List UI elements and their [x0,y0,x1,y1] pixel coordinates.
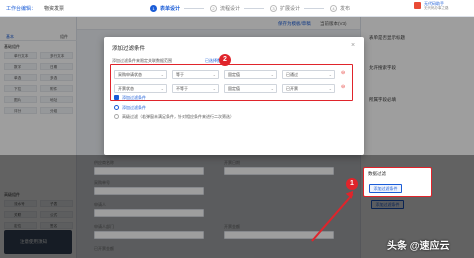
option-2-radio[interactable] [114,114,119,119]
step-1[interactable]: 1 表单设计 [150,5,205,12]
dialog-title: 添加过滤条件 [112,46,146,52]
condition-2-field[interactable]: 开票状态 ⌄ [114,84,167,93]
step-line [184,8,205,9]
select-value: 采购申请状态 [118,72,142,77]
app-window: 工作台编辑： 物资发票 1 表单设计 2 流程设计 3 扩展设计 4 发布 无代码助手 … [0,0,474,258]
top-bar: 工作台编辑： 物资发票 1 表单设计 2 流程设计 3 扩展设计 4 发布 无代码助手 … [0,0,474,17]
back-label[interactable]: 工作台编辑： [6,5,36,12]
step-3[interactable]: 3 扩展设计 [270,5,325,12]
step-label: 扩展设计 [280,6,301,12]
delete-condition-icon[interactable]: ⊖ [341,70,345,76]
select-value: 固定值 [228,72,240,77]
select-value: 已开票 [286,86,298,91]
condition-1-field[interactable]: 采购申请状态 ⌄ [114,70,167,79]
step-number: 4 [330,5,338,12]
condition-2-kind[interactable]: 固定值 ⌄ [224,84,277,93]
step-label: 流程设计 [220,6,241,12]
add-filter-dialog: 添加过滤条件 × 添加过滤条件来限定关联数据范围 已选择数据表 2 采购申请状态… [104,37,364,155]
chevron-down-icon: ⌄ [270,86,274,91]
step-label: 发布 [340,6,351,12]
select-value: 不等于 [176,86,188,91]
condition-1-operator[interactable]: 等于 ⌄ [172,70,219,79]
option-1-radio[interactable] [114,105,119,110]
step-number: 3 [270,5,278,12]
select-value: 固定值 [228,86,240,91]
app-name: 物资发票 [44,6,65,12]
user-sub: 无代码办事之路 [424,6,449,10]
condition-2-operator[interactable]: 不等于 ⌄ [172,84,219,93]
chevron-down-icon: ⌄ [212,86,216,91]
step-badge-1: 1 [346,178,358,190]
select-value: 开票状态 [118,86,134,91]
add-condition-link[interactable]: 添加过滤条件 [122,95,146,101]
step-4[interactable]: 4 发布 [330,5,350,12]
add-filter-button-highlighted[interactable]: 添加过滤条件 [369,184,402,193]
chevron-down-icon: ⌄ [160,86,164,91]
steps: 1 表单设计 2 流程设计 3 扩展设计 4 发布 [150,4,356,13]
close-icon[interactable]: × [351,42,355,49]
select-value: 等于 [176,72,184,77]
step-number: 2 [210,5,218,12]
avatar [414,2,421,9]
step-2[interactable]: 2 流程设计 [210,5,265,12]
step-line [244,8,265,9]
step-line [304,8,325,9]
option-2-label: 高级过滤（若弹窗未满足条件，针对相应条件来进行二次筛选） [122,114,234,119]
select-value: 已通过 [286,72,298,77]
condition-1-kind[interactable]: 固定值 ⌄ [224,70,277,79]
chevron-down-icon: ⌄ [212,72,216,77]
filter-section-title: 数据过滤 [368,171,386,176]
chevron-down-icon: ⌄ [160,72,164,77]
condition-2-value[interactable]: 已开票 ⌄ [282,84,335,93]
condition-1-value[interactable]: 已通过 ⌄ [282,70,335,79]
chevron-down-icon: ⌄ [328,72,332,77]
delete-condition-icon[interactable]: ⊖ [341,84,345,90]
watermark: 头条 @速应云 [387,241,450,252]
add-condition-checkbox[interactable] [114,95,119,100]
step-number: 1 [150,5,157,12]
chevron-down-icon: ⌄ [270,72,274,77]
option-1-label: 添加过滤条件 [122,105,146,110]
chevron-down-icon: ⌄ [328,86,332,91]
filter-highlight-box: 数据过滤 添加过滤条件 [363,167,432,197]
step-label: 表单设计 [160,6,181,12]
